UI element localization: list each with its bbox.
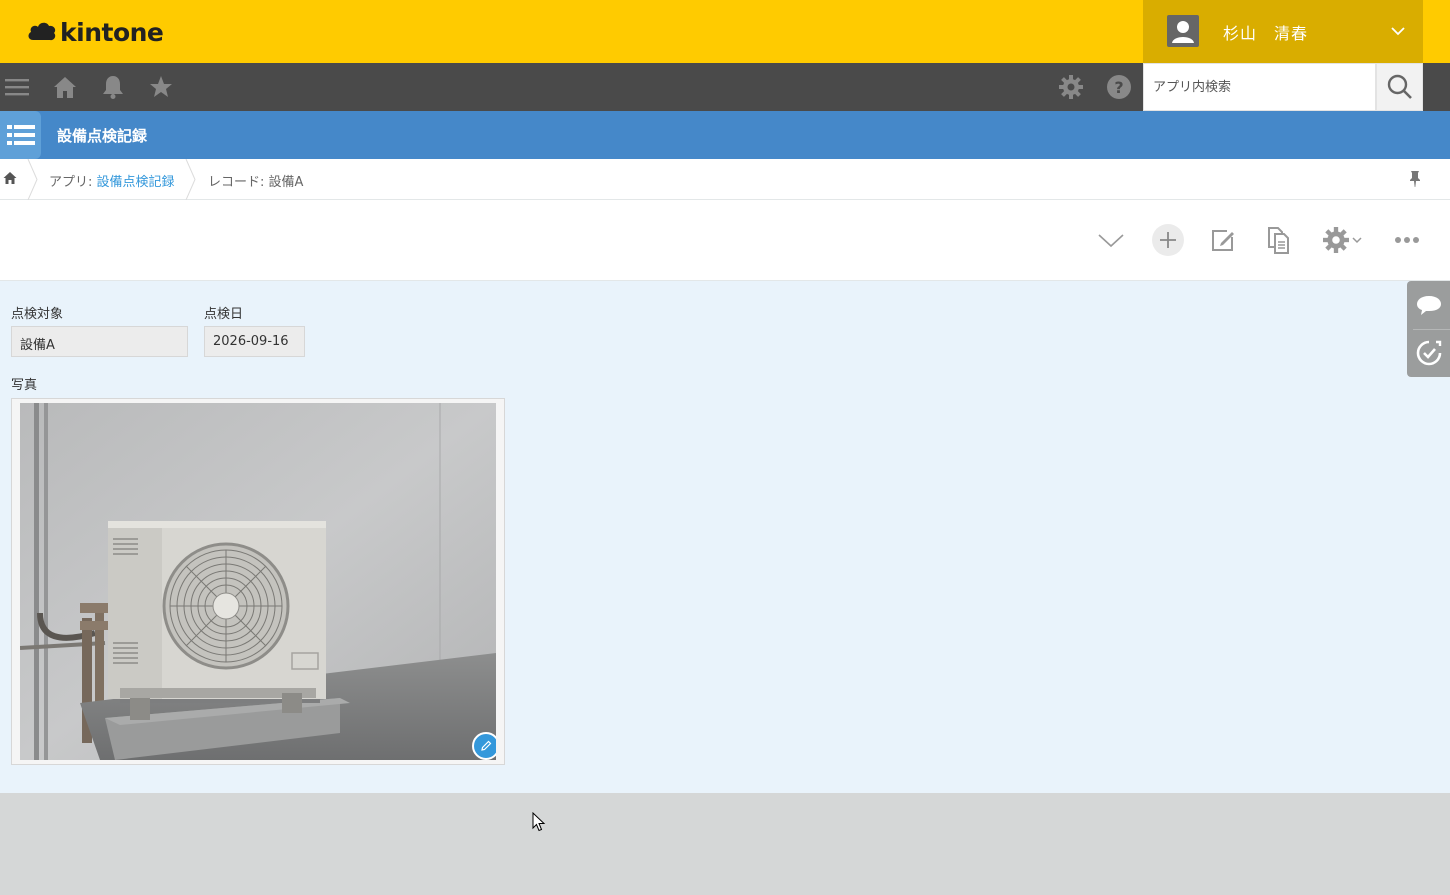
- app-header: 設備点検記録: [0, 111, 1450, 159]
- bell-icon[interactable]: [101, 75, 125, 99]
- app-search-box[interactable]: [1143, 63, 1376, 111]
- chevron-down-icon[interactable]: [1391, 24, 1405, 38]
- gear-icon: [1322, 227, 1349, 253]
- search-input[interactable]: [1144, 64, 1375, 110]
- logo-text: kintone: [60, 17, 164, 47]
- help-icon[interactable]: ?: [1107, 75, 1131, 99]
- photo-field: [11, 398, 505, 765]
- duplicate-record-button[interactable]: [1262, 223, 1296, 257]
- copy-icon: [1268, 227, 1289, 254]
- field-value-date: 2026-09-16: [204, 326, 305, 357]
- user-name: 杉山 清春: [1223, 24, 1309, 43]
- more-icon: [1395, 237, 1419, 243]
- home-icon[interactable]: [3, 171, 17, 185]
- edit-record-button[interactable]: [1206, 223, 1240, 257]
- add-record-button[interactable]: [1152, 224, 1184, 256]
- breadcrumb-app-prefix: アプリ:: [49, 175, 97, 190]
- svg-text:?: ?: [1114, 78, 1123, 97]
- air-conditioner-image: [20, 403, 496, 760]
- side-panel: [1407, 281, 1450, 377]
- history-icon: [1416, 340, 1441, 366]
- more-actions-button[interactable]: [1390, 223, 1424, 257]
- comments-button[interactable]: [1407, 281, 1450, 329]
- breadcrumb-app[interactable]: アプリ: 設備点検記録: [49, 171, 175, 190]
- record-detail: 点検対象 設備A 点検日 2026-09-16 写真: [0, 281, 1450, 793]
- star-icon[interactable]: [149, 75, 173, 99]
- edit-icon: [1212, 230, 1234, 251]
- breadcrumb-separator: [185, 159, 196, 200]
- breadcrumb-app-link[interactable]: 設備点検記録: [97, 175, 175, 190]
- comment-icon: [1416, 296, 1441, 315]
- avatar: [1167, 15, 1199, 47]
- app-title[interactable]: 設備点検記録: [57, 125, 147, 146]
- kintone-logo[interactable]: kintone: [27, 16, 164, 48]
- global-header: kintone 杉山 清春: [0, 0, 1450, 63]
- cloud-logo-icon: [28, 22, 56, 41]
- breadcrumb-separator: [27, 159, 38, 200]
- plus-icon: [1160, 232, 1176, 248]
- field-label-target: 点検対象: [11, 307, 64, 322]
- app-list-icon: [6, 125, 35, 145]
- menu-icon[interactable]: [5, 75, 29, 99]
- photo-edit-button[interactable]: [472, 732, 496, 760]
- breadcrumb: アプリ: 設備点検記録 レコード: 設備A: [0, 159, 1450, 200]
- user-menu[interactable]: 杉山 清春: [1143, 0, 1423, 63]
- pencil-icon: [481, 740, 492, 751]
- mouse-cursor-icon: [532, 812, 546, 832]
- record-nav-button[interactable]: [1094, 223, 1128, 257]
- history-button[interactable]: [1407, 329, 1450, 377]
- home-icon[interactable]: [53, 75, 77, 99]
- chevron-down-icon: [1351, 237, 1362, 244]
- breadcrumb-record: レコード: 設備A: [208, 175, 304, 190]
- record-settings-button[interactable]: [1318, 223, 1366, 257]
- equipment-photo[interactable]: [20, 403, 496, 760]
- search-button[interactable]: [1376, 63, 1423, 111]
- field-label-photo: 写真: [11, 378, 38, 393]
- pin-icon[interactable]: [1408, 170, 1422, 188]
- field-label-date: 点検日: [204, 307, 244, 322]
- app-list-button[interactable]: [0, 111, 41, 159]
- search-icon: [1387, 74, 1412, 99]
- chevron-down-icon: [1098, 234, 1124, 248]
- gear-icon[interactable]: [1059, 75, 1083, 99]
- user-icon: [1172, 21, 1194, 43]
- field-value-target: 設備A: [11, 326, 188, 357]
- record-toolbar: [0, 200, 1450, 281]
